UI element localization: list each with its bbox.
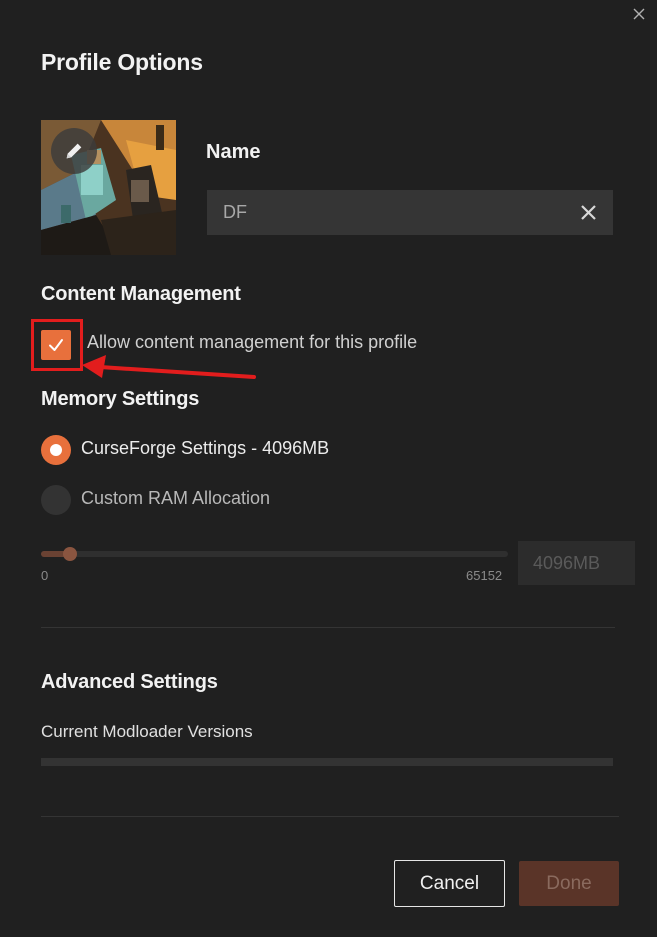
annotation-arrow-icon [82,355,256,379]
done-button[interactable]: Done [519,861,619,906]
annotation-highlight-box [31,319,83,371]
name-input[interactable] [207,190,567,235]
radio-label-custom-ram[interactable]: Custom RAM Allocation [81,488,270,509]
content-management-title: Content Management [41,283,241,305]
ram-slider[interactable] [41,547,508,561]
slider-min-label: 0 [41,568,49,583]
radio-label-curseforge-settings[interactable]: CurseForge Settings - 4096MB [81,438,329,459]
radio-custom-ram[interactable] [41,485,71,515]
name-field[interactable] [207,190,613,235]
memory-settings-title: Memory Settings [41,388,200,410]
divider [41,816,619,817]
close-icon[interactable] [631,6,647,22]
profile-avatar[interactable] [41,120,176,255]
advanced-settings-title: Advanced Settings [41,671,218,693]
dialog-title: Profile Options [41,49,203,75]
modloader-versions-label: Current Modloader Versions [41,722,253,741]
slider-max-label: 65152 [466,568,503,583]
divider [41,627,615,628]
modloader-versions-bar [41,758,613,766]
clear-x-icon[interactable] [580,204,597,221]
radio-curseforge-settings[interactable] [41,435,71,465]
cancel-button[interactable]: Cancel [394,860,505,907]
ram-slider-thumb[interactable] [63,547,78,561]
pencil-icon [66,143,82,159]
name-label: Name [206,141,261,163]
edit-avatar-button[interactable] [51,128,97,174]
ram-value-input[interactable] [518,541,635,585]
